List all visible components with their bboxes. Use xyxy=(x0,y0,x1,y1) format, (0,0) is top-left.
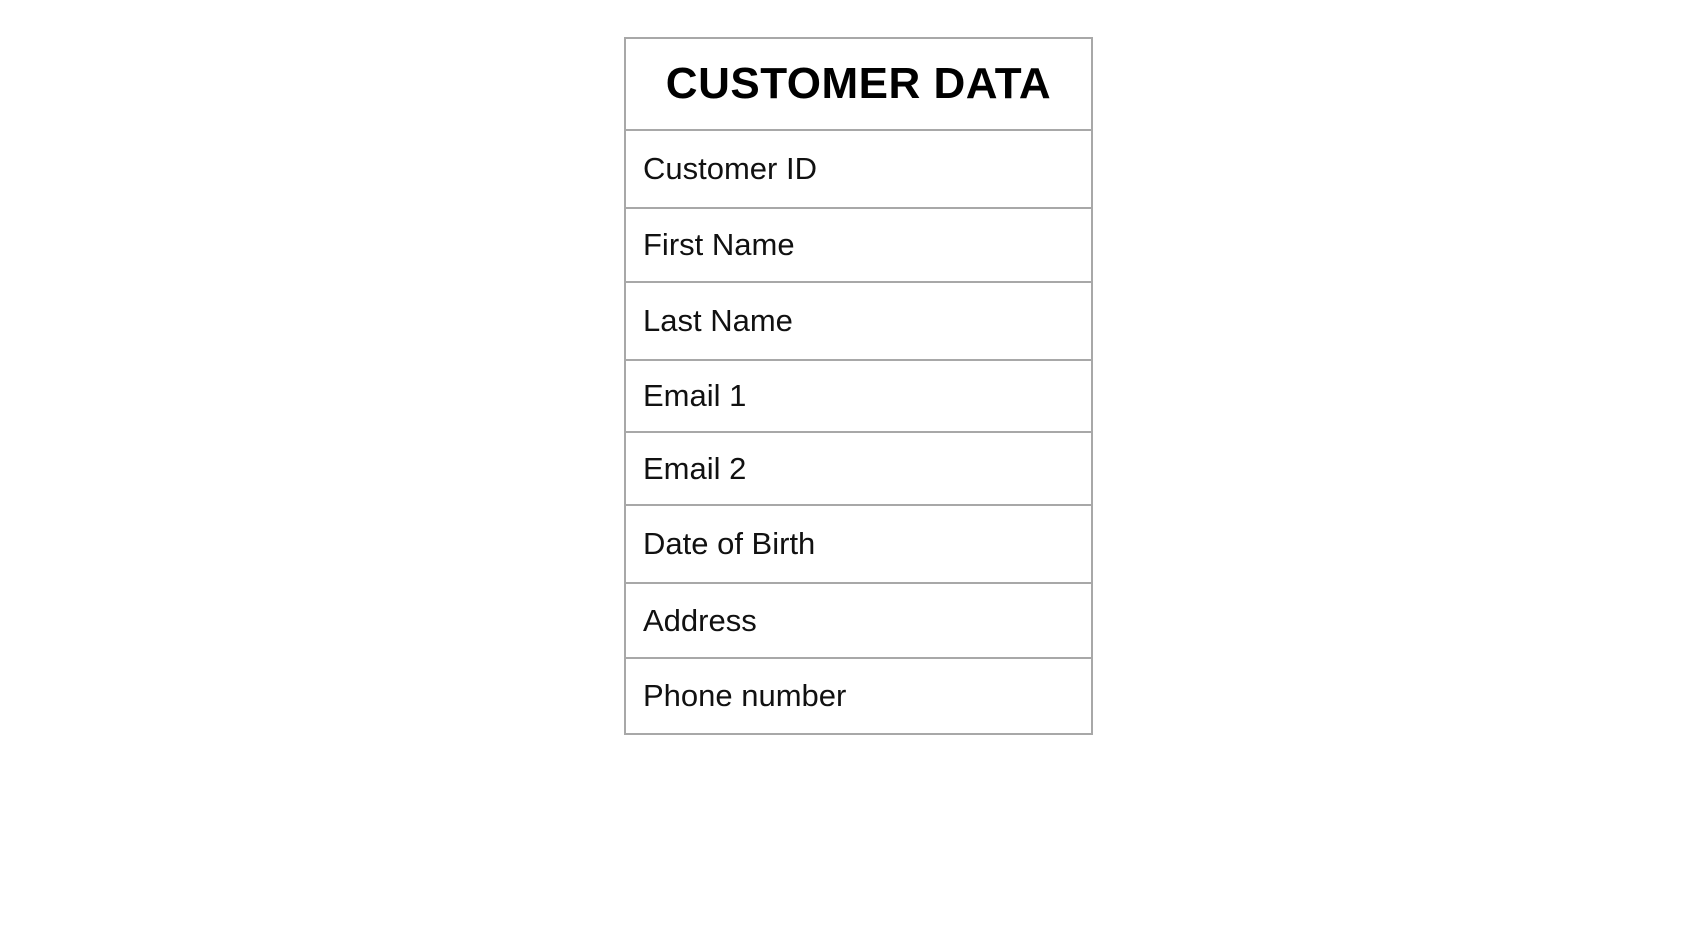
table-row: Address xyxy=(626,584,1091,659)
table-row: Phone number xyxy=(643,678,847,713)
table-row: Email 1 xyxy=(626,361,1091,433)
customer-data-table: CUSTOMER DATA Customer ID First Name Las… xyxy=(624,37,1093,735)
table-row: First Name xyxy=(626,209,1091,283)
table-row: Last Name xyxy=(626,283,1091,361)
table-title: CUSTOMER DATA xyxy=(626,39,1091,131)
table-row: Customer ID xyxy=(626,131,1091,209)
table-row: Date of Birth xyxy=(626,506,1091,584)
table-row: Email 2 xyxy=(626,433,1091,506)
